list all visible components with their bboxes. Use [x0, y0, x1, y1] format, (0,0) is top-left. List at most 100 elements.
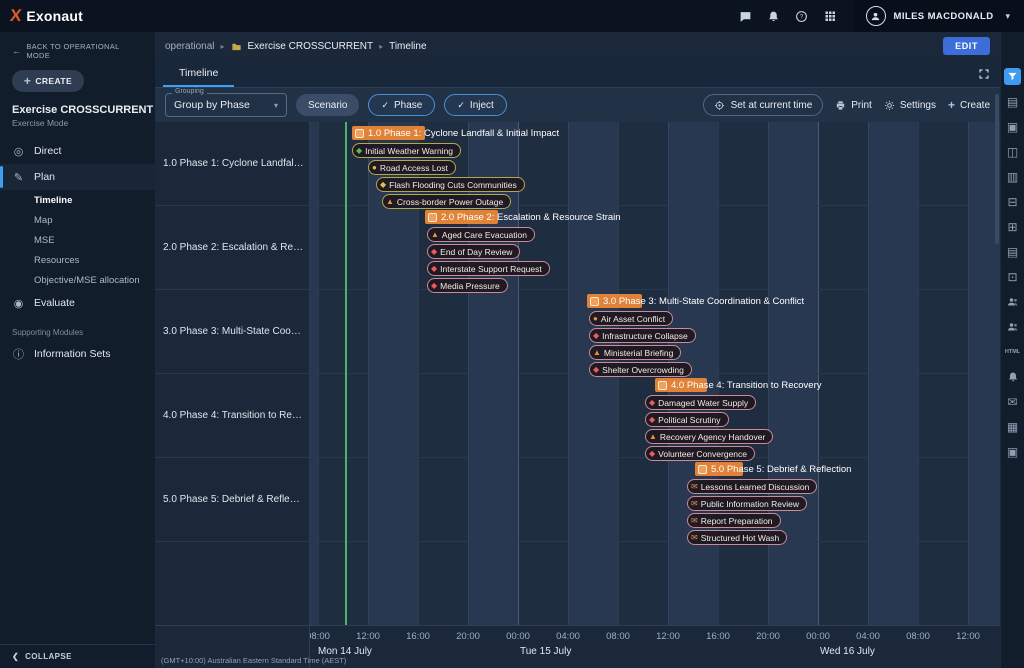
inject-chip[interactable]: ✉Report Preparation	[687, 513, 781, 528]
inject-chip[interactable]: ●Air Asset Conflict	[589, 311, 673, 326]
fullscreen-icon[interactable]	[978, 68, 990, 80]
breadcrumb-operational[interactable]: operational	[165, 41, 214, 52]
filter-chip-phase[interactable]: ✓ Phase	[368, 94, 435, 116]
inject-chip[interactable]: ◆End of Day Review	[427, 244, 520, 259]
clipboard-icon[interactable]: ▣	[1004, 443, 1021, 460]
inject-chip[interactable]: ◆Damaged Water Supply	[645, 395, 756, 410]
phase-bar-content: 5.0 Phase 5: Debrief & Reflection	[695, 462, 851, 476]
inject-chip[interactable]: ◆Infrastructure Collapse	[589, 328, 696, 343]
help-icon[interactable]: ?	[788, 0, 816, 32]
inject-chip[interactable]: ◆Shelter Overcrowding	[589, 362, 692, 377]
bell-icon[interactable]	[1004, 368, 1021, 385]
vertical-scrollbar[interactable]	[995, 94, 999, 244]
breadcrumb-exercise[interactable]: Exercise CROSSCURRENT	[248, 41, 374, 52]
axis-tick-label: 08:00	[310, 631, 330, 642]
settings-button[interactable]: Settings	[884, 100, 936, 111]
inject-chip[interactable]: ▲Aged Care Evacuation	[427, 227, 535, 242]
sidebar-item-evaluate[interactable]: ◉Evaluate	[0, 290, 155, 316]
diamond-icon: ◆	[356, 147, 362, 155]
inject-chip[interactable]: ▲Recovery Agency Handover	[645, 429, 773, 444]
chip-label: Scenario	[308, 100, 347, 111]
sidebar-item-timeline[interactable]: Timeline	[0, 190, 155, 210]
collapse-button[interactable]: ❮ COLLAPSE	[0, 644, 155, 668]
folder-icon	[231, 41, 242, 52]
timeline-chart[interactable]: 1.0 Phase 1: Cyclone Landfall & Initial …	[310, 122, 1000, 625]
sidebar-item-direct[interactable]: ◎Direct	[0, 138, 155, 164]
box-icon[interactable]: ⊡	[1004, 268, 1021, 285]
sidebar-item-mse[interactable]: MSE	[0, 230, 155, 250]
inject-chip[interactable]: ◆Flash Flooding Cuts Communities	[376, 177, 525, 192]
bell-icon[interactable]	[760, 0, 788, 32]
inject-chip[interactable]: ✉Public Information Review	[687, 496, 807, 511]
timeline-area: 1.0 Phase 1: Cyclone Landfall & Initial …	[155, 122, 1000, 625]
diamond-icon: ◆	[649, 399, 655, 407]
inject-chip-label: Shelter Overcrowding	[602, 365, 684, 375]
inject-chip[interactable]: ◆Initial Weather Warning	[352, 143, 461, 158]
phase-bar[interactable]: 5.0 Phase 5: Debrief & Reflection	[695, 462, 851, 476]
chat-icon[interactable]	[732, 0, 760, 32]
back-to-operational-button[interactable]: ← BACK TO OPERATIONAL MODE	[0, 32, 155, 62]
tab-timeline[interactable]: Timeline	[163, 60, 234, 87]
inbox-icon[interactable]: ⊞	[1004, 218, 1021, 235]
html-icon[interactable]: HTML	[1004, 343, 1021, 360]
create-button[interactable]: + Create	[948, 98, 990, 112]
user-menu[interactable]: MILES MACDONALD ▾	[854, 0, 1024, 32]
envelope-icon: ✉	[691, 517, 698, 525]
inject-chip[interactable]: ●Road Access Lost	[368, 160, 456, 175]
mail-icon[interactable]: ✉	[1004, 393, 1021, 410]
grouping-select[interactable]: Grouping Group by Phase ▾	[165, 93, 287, 117]
user-group-icon[interactable]	[1004, 318, 1021, 335]
breadcrumb: operational ▸ Exercise CROSSCURRENT ▸ Ti…	[155, 32, 1000, 60]
inject-chip[interactable]: ◆Political Scrutiny	[645, 412, 729, 427]
time-axis: (GMT+10:00) Australian Eastern Standard …	[155, 625, 1000, 668]
frame-icon[interactable]: ▣	[1004, 118, 1021, 135]
phase-row-label: 2.0 Phase 2: Escalation & Resource Strai…	[155, 206, 310, 290]
sidebar-item-objective-mse-allocation[interactable]: Objective/MSE allocation	[0, 270, 155, 290]
gear-icon	[884, 100, 895, 111]
chart-icon[interactable]: ▦	[1004, 418, 1021, 435]
axis-tick-label: 00:00	[506, 631, 530, 642]
card-icon[interactable]: ▥	[1004, 168, 1021, 185]
apps-grid-icon[interactable]	[816, 0, 844, 32]
phase-bar[interactable]: 4.0 Phase 4: Transition to Recovery	[655, 378, 822, 392]
inject-chip[interactable]: ◆Media Pressure	[427, 278, 508, 293]
inject-chip[interactable]: ✉Lessons Learned Discussion	[687, 479, 817, 494]
image-icon[interactable]: ◫	[1004, 143, 1021, 160]
chip-label: Phase	[394, 100, 422, 111]
topbar-actions: ? MILES MACDONALD ▾	[732, 0, 1024, 32]
sidebar-item-plan[interactable]: ✎Plan	[0, 164, 155, 190]
archive-icon[interactable]: ⊟	[1004, 193, 1021, 210]
breadcrumb-separator-icon: ▸	[379, 42, 383, 51]
inject-chip[interactable]: ✉Structured Hot Wash	[687, 530, 787, 545]
sidebar-item-map[interactable]: Map	[0, 210, 155, 230]
inject-chip[interactable]: ◆Volunteer Convergence	[645, 446, 755, 461]
sidebar-create-button[interactable]: + CREATE	[12, 70, 84, 92]
document-icon[interactable]: ▤	[1004, 93, 1021, 110]
filter-chip-scenario[interactable]: Scenario	[296, 94, 359, 116]
inject-chip-label: Initial Weather Warning	[365, 146, 453, 156]
set-at-current-time-button[interactable]: Set at current time	[703, 94, 824, 116]
print-button[interactable]: Print	[835, 100, 872, 111]
phase-bar[interactable]: 2.0 Phase 2: Escalation & Resource Strai…	[425, 210, 621, 224]
phase-bar-content: 1.0 Phase 1: Cyclone Landfall & Initial …	[352, 126, 559, 140]
filter-icon[interactable]	[1004, 68, 1021, 85]
check-icon: ✓	[457, 100, 465, 111]
inject-chip-label: Lessons Learned Discussion	[701, 482, 810, 492]
users-icon[interactable]	[1004, 293, 1021, 310]
brand-logo[interactable]: X Exonaut	[0, 6, 83, 26]
phase-icon	[658, 381, 667, 390]
phase-row-label-text: 5.0 Phase 5: Debrief & Reflection	[163, 494, 304, 505]
tray-icon[interactable]: ▤	[1004, 243, 1021, 260]
sidebar-item-information-sets[interactable]: ⓘInformation Sets	[0, 341, 155, 367]
inject-chip-label: End of Day Review	[440, 247, 512, 257]
phase-bar[interactable]: 3.0 Phase 3: Multi-State Coordination & …	[587, 294, 804, 308]
inject-chip[interactable]: ▲Ministerial Briefing	[589, 345, 681, 360]
filter-chip-inject[interactable]: ✓ Inject	[444, 94, 506, 116]
phase-bar[interactable]: 1.0 Phase 1: Cyclone Landfall & Initial …	[352, 126, 559, 140]
row-separator	[310, 458, 1000, 542]
inject-chip[interactable]: ◆Interstate Support Request	[427, 261, 550, 276]
sidebar-item-resources[interactable]: Resources	[0, 250, 155, 270]
edit-button[interactable]: EDIT	[943, 37, 990, 55]
inject-chip[interactable]: ▲Cross-border Power Outage	[382, 194, 511, 209]
main-content: operational ▸ Exercise CROSSCURRENT ▸ Ti…	[155, 32, 1000, 668]
